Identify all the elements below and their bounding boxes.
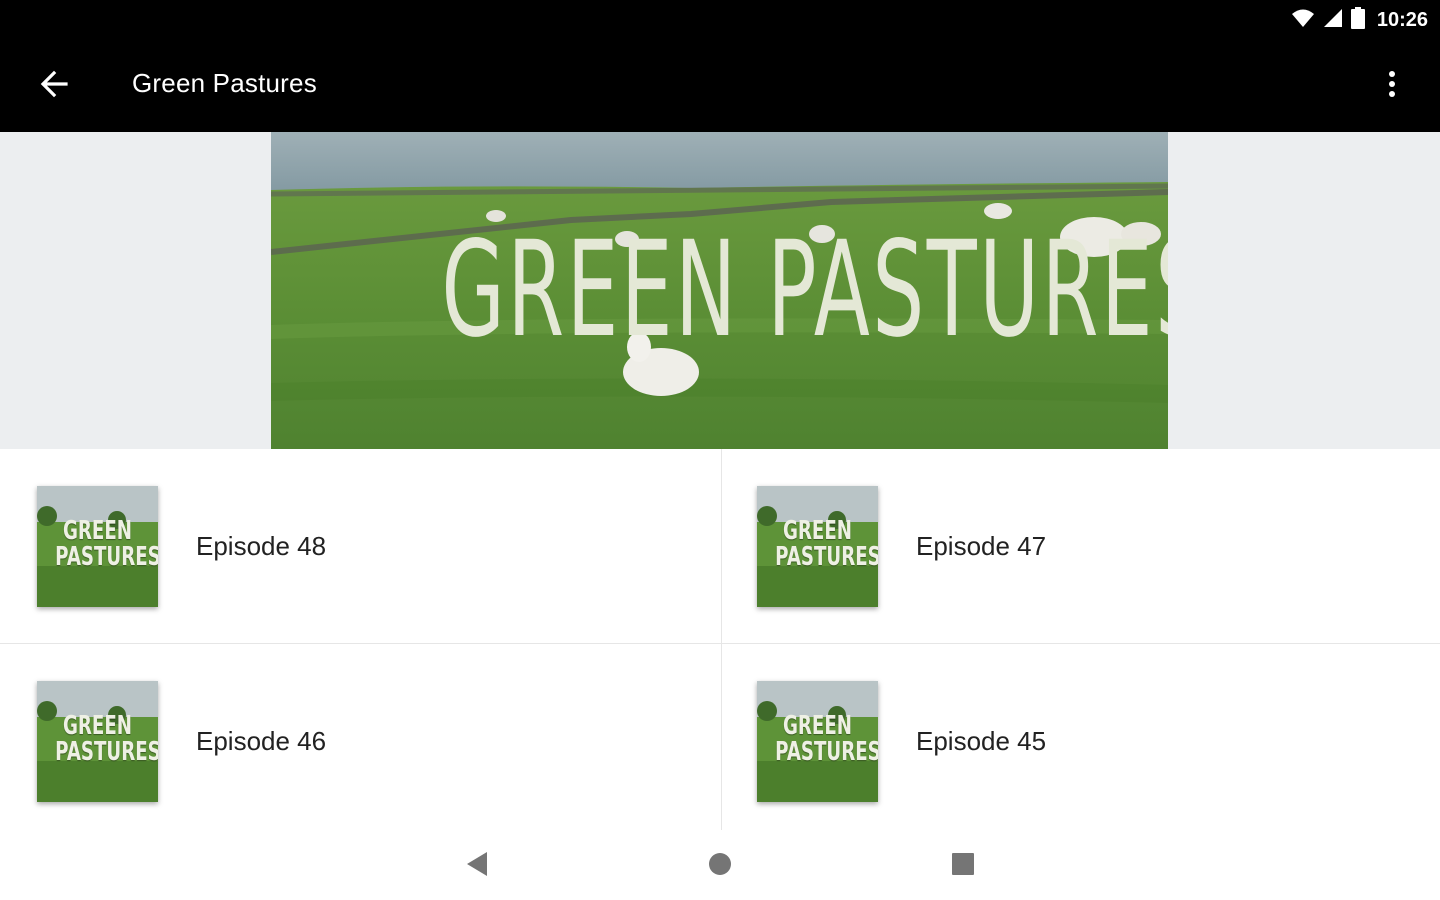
nav-back-icon [465,851,489,882]
wifi-icon [1291,8,1315,33]
banner-title: GREEN PASTURES [441,213,1168,367]
thumbnail-line2: PASTURES [55,737,158,767]
battery-icon [1350,6,1365,34]
arrow-back-icon [40,70,68,103]
status-time: 10:26 [1376,8,1428,31]
episode-thumbnail: GREEN PASTURES [37,681,158,802]
app-bar: Green Pastures [0,40,1440,132]
banner-image: GREEN PASTURES [271,132,1168,449]
overflow-menu-button[interactable] [1368,62,1416,110]
episode-thumbnail: GREEN PASTURES [37,486,158,607]
nav-recents-button[interactable] [939,842,987,890]
status-icons: 10:26 [1291,0,1428,40]
more-vert-icon [1388,70,1396,103]
status-bar: 10:26 [0,0,1440,40]
thumbnail-line1: GREEN [782,516,853,546]
cellular-signal-icon [1323,8,1343,33]
episode-card[interactable]: GREEN PASTURES Episode 48 [0,449,720,643]
system-nav-bar [0,830,1440,900]
back-button[interactable] [30,62,78,110]
thumbnail-line1: GREEN [62,711,133,741]
nav-home-icon [708,852,732,881]
episode-card[interactable]: GREEN PASTURES Episode 46 [0,644,720,838]
episode-title: Episode 47 [916,531,1047,561]
episode-grid: GREEN PASTURES Episode 48 GREEN PASTURES… [0,449,1440,830]
thumbnail-line2: PASTURES [775,737,878,767]
nav-home-button[interactable] [696,842,744,890]
nav-recents-icon [952,852,974,880]
thumbnail-line1: GREEN [62,516,133,546]
thumbnail-line1: GREEN [782,711,853,741]
thumbnail-line2: PASTURES [55,542,158,572]
thumbnail-line2: PASTURES [775,542,878,572]
episode-card[interactable]: GREEN PASTURES Episode 45 [720,644,1440,838]
episode-thumbnail: GREEN PASTURES [757,486,878,607]
episode-title: Episode 48 [196,531,327,561]
banner-area: GREEN PASTURES [0,132,1440,449]
episode-title: Episode 46 [196,726,327,756]
episode-card[interactable]: GREEN PASTURES Episode 47 [720,449,1440,643]
episode-title: Episode 45 [916,726,1047,756]
page-title: Green Pastures [132,68,317,98]
episode-thumbnail: GREEN PASTURES [757,681,878,802]
nav-back-button[interactable] [453,842,501,890]
